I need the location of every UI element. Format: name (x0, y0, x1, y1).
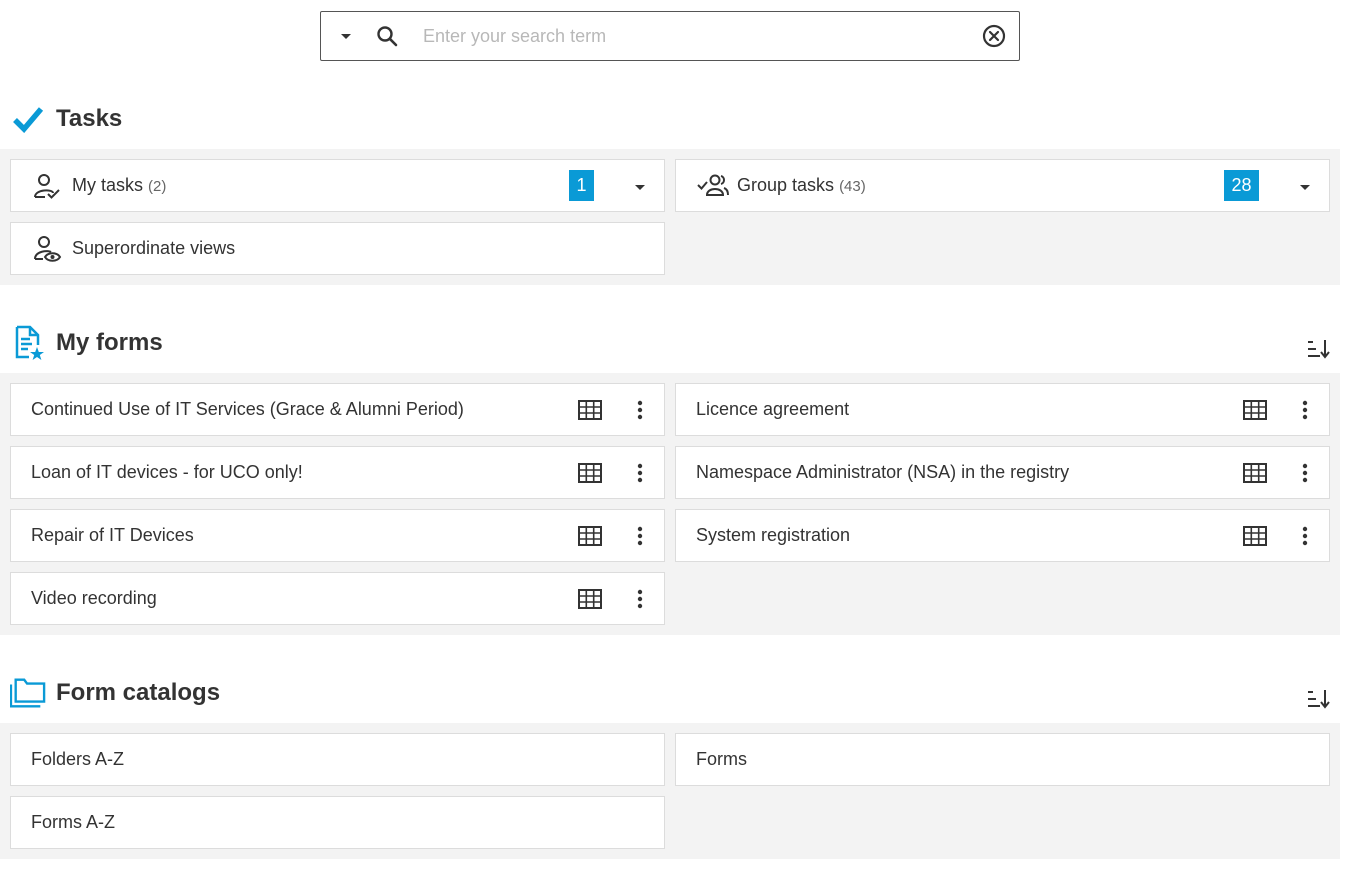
table-view-button[interactable] (576, 459, 604, 487)
form-item-label: Video recording (31, 588, 157, 608)
my-tasks-expand-button[interactable] (627, 174, 653, 200)
form-item-label: Loan of IT devices - for UCO only! (31, 462, 303, 482)
table-view-button[interactable] (576, 585, 604, 613)
form-item[interactable]: Licence agreement (675, 383, 1330, 436)
group-tasks-label: Group tasks (43) (737, 175, 866, 195)
kebab-menu-icon (1302, 400, 1308, 420)
search-icon (367, 12, 407, 60)
form-item[interactable]: Repair of IT Devices (10, 509, 665, 562)
kebab-menu-icon (637, 526, 643, 546)
form-catalogs-panel: Folders A-Z Forms Forms A-Z (0, 723, 1340, 859)
tasks-panel: My tasks (2) 1 Group tasks (43) 28 Super… (0, 149, 1340, 285)
table-icon (1243, 526, 1267, 546)
search-bar (320, 11, 1020, 61)
checkmark-icon (10, 101, 46, 137)
group-tasks-badge: 28 (1224, 170, 1259, 201)
form-catalogs-title: Form catalogs (56, 679, 221, 706)
kebab-menu-icon (1302, 463, 1308, 483)
table-view-button[interactable] (1241, 459, 1269, 487)
my-forms-sort-button[interactable] (1304, 335, 1332, 363)
my-tasks-badge: 1 (569, 170, 594, 201)
table-view-button[interactable] (1241, 522, 1269, 550)
form-item[interactable]: Namespace Administrator (NSA) in the reg… (675, 446, 1330, 499)
form-catalogs-section-header: Form catalogs (0, 673, 1348, 713)
form-item-label: Repair of IT Devices (31, 525, 194, 545)
table-icon (578, 463, 602, 483)
group-check-icon (696, 170, 730, 202)
caret-down-icon (341, 34, 351, 39)
catalog-item[interactable]: Folders A-Z (10, 733, 665, 786)
tasks-title: Tasks (56, 105, 123, 132)
more-options-button[interactable] (627, 396, 653, 424)
superordinate-views-card[interactable]: Superordinate views (10, 222, 665, 275)
more-options-button[interactable] (627, 522, 653, 550)
form-catalogs-sort-button[interactable] (1304, 685, 1332, 713)
table-view-button[interactable] (576, 396, 604, 424)
table-icon (1243, 400, 1267, 420)
sort-icon (1308, 340, 1330, 359)
person-check-icon (31, 170, 63, 202)
group-tasks-expand-button[interactable] (1292, 174, 1318, 200)
my-tasks-count: (2) (148, 178, 167, 195)
person-eye-icon (31, 233, 63, 265)
search-scope-dropdown[interactable] (321, 12, 371, 60)
more-options-button[interactable] (1292, 522, 1318, 550)
more-options-button[interactable] (1292, 459, 1318, 487)
more-options-button[interactable] (1292, 396, 1318, 424)
my-tasks-label: My tasks (2) (72, 175, 167, 195)
group-tasks-count: (43) (839, 178, 866, 195)
catalog-item[interactable]: Forms A-Z (10, 796, 665, 849)
kebab-menu-icon (637, 589, 643, 609)
tasks-section-header: Tasks (0, 99, 1348, 139)
kebab-menu-icon (637, 463, 643, 483)
form-item-label: Namespace Administrator (NSA) in the reg… (696, 462, 1070, 482)
form-item-label: Continued Use of IT Services (Grace & Al… (31, 399, 464, 419)
form-item[interactable]: Continued Use of IT Services (Grace & Al… (10, 383, 665, 436)
my-forms-title: My forms (56, 329, 163, 356)
table-icon (1243, 463, 1267, 483)
form-star-icon (10, 325, 46, 361)
form-item-label: Licence agreement (696, 399, 850, 419)
catalog-item-label: Forms A-Z (31, 812, 115, 832)
my-forms-section-header: My forms (0, 323, 1348, 363)
catalog-item-label: Folders A-Z (31, 749, 125, 769)
form-item[interactable]: Loan of IT devices - for UCO only! (10, 446, 665, 499)
more-options-button[interactable] (627, 459, 653, 487)
kebab-menu-icon (637, 400, 643, 420)
clear-search-button[interactable] (969, 12, 1019, 60)
form-item[interactable]: Video recording (10, 572, 665, 625)
kebab-menu-icon (1302, 526, 1308, 546)
caret-down-icon (1300, 185, 1310, 190)
caret-down-icon (635, 185, 645, 190)
my-forms-panel: Continued Use of IT Services (Grace & Al… (0, 373, 1340, 635)
table-view-button[interactable] (1241, 396, 1269, 424)
more-options-button[interactable] (627, 585, 653, 613)
clear-circle-icon (982, 24, 1006, 48)
superordinate-views-label: Superordinate views (72, 238, 236, 258)
table-icon (578, 589, 602, 609)
search-input[interactable] (407, 16, 969, 56)
form-item-label: System registration (696, 525, 851, 545)
catalog-item-label: Forms (696, 749, 747, 769)
sort-icon (1308, 690, 1330, 709)
group-tasks-card[interactable]: Group tasks (43) 28 (675, 159, 1330, 212)
catalog-item[interactable]: Forms (675, 733, 1330, 786)
my-tasks-card[interactable]: My tasks (2) 1 (10, 159, 665, 212)
folder-icon (10, 675, 46, 711)
table-icon (578, 526, 602, 546)
form-item[interactable]: System registration (675, 509, 1330, 562)
table-icon (578, 400, 602, 420)
table-view-button[interactable] (576, 522, 604, 550)
